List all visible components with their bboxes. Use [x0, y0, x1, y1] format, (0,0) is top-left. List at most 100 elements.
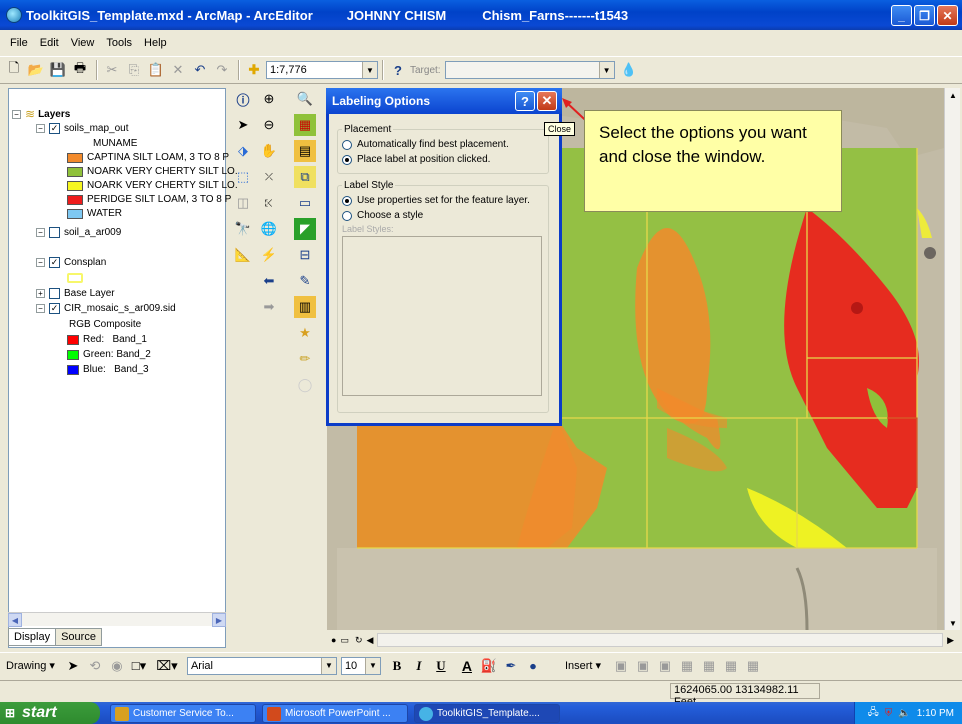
delete-icon[interactable]: ✕ [168, 60, 188, 80]
toc-layer-soils[interactable]: − ✓ soils_map_out [36, 123, 128, 134]
security-icon[interactable]: ⛨ [885, 708, 893, 719]
layer-icon-6[interactable]: ⊟ [294, 244, 316, 266]
select-arrow-icon[interactable]: ➤ [63, 656, 83, 676]
toc-layer-soil-a[interactable]: − soil_a_ar009 [36, 227, 121, 238]
minimize-button[interactable]: _ [891, 5, 912, 26]
target-combo[interactable]: ▼ [444, 61, 615, 79]
radio-clicked[interactable] [342, 154, 352, 165]
collapse-icon[interactable]: − [36, 304, 45, 313]
refresh-icon[interactable]: ↻ [355, 635, 363, 646]
scroll-left-icon[interactable]: ◀ [8, 613, 22, 627]
radio-choose[interactable] [342, 210, 352, 221]
line-color-icon[interactable]: ✒ [501, 656, 521, 676]
add-data-icon[interactable]: ✚ [244, 60, 264, 80]
layout-icon-2[interactable]: ▣ [633, 656, 653, 676]
task-customer-service[interactable]: Customer Service To... [110, 704, 256, 723]
zoom-whole-icon[interactable]: ◉ [107, 656, 127, 676]
open-folder-icon[interactable]: 📂 [26, 60, 46, 80]
font-size-combo[interactable]: 10 ▼ [340, 656, 381, 675]
layer-icon-4[interactable]: ▭ [294, 192, 316, 214]
full-extent-icon[interactable]: 🌐 [258, 218, 280, 240]
task-toolkitgis[interactable]: ToolkitGIS_Template.... [414, 704, 560, 723]
layer-icon-1[interactable]: ▦ [294, 114, 316, 136]
help-button[interactable]: ? [515, 91, 535, 111]
clear-selection-icon[interactable]: ◫ [232, 192, 254, 214]
find-icon[interactable]: 🔭 [232, 218, 254, 240]
calculator-icon[interactable]: ▥ [294, 296, 316, 318]
close-dialog-button[interactable]: ✕ [537, 91, 557, 111]
data-view-icon[interactable]: ● [331, 635, 336, 645]
drawing-menu[interactable]: Drawing ▾ [6, 659, 55, 672]
placement-option-auto[interactable]: Automatically find best placement. [342, 139, 548, 150]
layout-icon-3[interactable]: ▣ [655, 656, 675, 676]
expand-icon[interactable]: + [36, 289, 45, 298]
text-tool-icon[interactable]: ⌧▾ [156, 656, 178, 676]
select-features-icon[interactable]: ⬗ [232, 140, 254, 162]
menu-tools[interactable]: Tools [100, 37, 138, 49]
star-icon[interactable]: ★ [294, 322, 316, 344]
paste-icon[interactable]: 📋 [146, 60, 166, 80]
scroll-right-icon[interactable]: ▶ [212, 613, 226, 627]
layer-icon-5[interactable]: ◤ [294, 218, 316, 240]
circle-icon[interactable]: ◯ [294, 374, 316, 396]
scroll-up-icon[interactable]: ▲ [946, 88, 960, 102]
font-combo[interactable]: Arial ▼ [186, 656, 337, 675]
placement-option-clicked[interactable]: Place label at position clicked. [342, 154, 548, 165]
layout-icon-7[interactable]: ▦ [743, 656, 763, 676]
insert-menu[interactable]: Insert ▾ [565, 659, 601, 672]
zoom-in-icon[interactable]: ⊕ [258, 88, 280, 110]
fixed-zoom-in-icon[interactable]: ⤫ [258, 166, 280, 188]
radio-auto[interactable] [342, 139, 352, 150]
pencil-icon[interactable]: ✏ [294, 348, 316, 370]
cut-icon[interactable]: ✂ [102, 60, 122, 80]
print-icon[interactable]: 🖶 [70, 60, 90, 80]
layer-icon-3[interactable]: ⧉ [294, 166, 316, 188]
layer-checkbox-base[interactable] [49, 288, 60, 299]
layout-icon-4[interactable]: ▦ [677, 656, 697, 676]
select-elements-icon[interactable]: ➤ [232, 114, 254, 136]
back-icon[interactable]: ⬅ [258, 270, 280, 292]
radio-properties[interactable] [342, 195, 352, 206]
layer-icon-2[interactable]: ▤ [294, 140, 316, 162]
scroll-right-icon[interactable]: ▶ [947, 635, 954, 646]
scale-combo[interactable]: 1:7,776 ▼ [266, 61, 378, 79]
whats-this-icon[interactable]: ? [388, 60, 408, 80]
layer-checkbox-soils[interactable]: ✓ [49, 123, 60, 134]
toc-layer-consplan[interactable]: − ✓ Consplan [36, 257, 106, 268]
scroll-down-icon[interactable]: ▼ [946, 616, 960, 630]
menu-edit[interactable]: Edit [34, 37, 65, 49]
map-horizontal-scrollbar[interactable] [377, 633, 944, 647]
layer-checkbox-consplan[interactable]: ✓ [49, 257, 60, 268]
toc-layer-base[interactable]: + Base Layer [36, 288, 115, 299]
task-powerpoint[interactable]: Microsoft PowerPoint ... [262, 704, 408, 723]
redo-icon[interactable]: ↷ [212, 60, 232, 80]
measure-icon[interactable]: 📐 [232, 244, 254, 266]
toc-layer-cir[interactable]: − ✓ CIR_mosaic_s_ar009.sid [36, 303, 176, 314]
style-option-properties[interactable]: Use properties set for the feature layer… [342, 195, 548, 206]
hyperlink-icon[interactable]: ⚡ [258, 244, 280, 266]
close-window-button[interactable]: ✕ [937, 5, 958, 26]
layout-icon-6[interactable]: ▦ [721, 656, 741, 676]
tab-source[interactable]: Source [55, 628, 102, 646]
menu-view[interactable]: View [65, 37, 101, 49]
layout-view-icon[interactable]: ▭ [340, 635, 349, 646]
bold-button[interactable]: B [387, 656, 407, 676]
maximize-button[interactable]: ❐ [914, 5, 935, 26]
editor-sketch-icon[interactable]: 💧 [619, 60, 639, 80]
rectangle-icon[interactable]: □▾ [129, 656, 149, 676]
magnifier-icon[interactable]: 🔍 [294, 88, 316, 110]
map-vertical-scrollbar[interactable]: ▲ ▼ [944, 88, 960, 630]
toc-horizontal-scrollbar[interactable]: ◀ ▶ [8, 612, 226, 627]
new-document-icon[interactable]: 🗋 [4, 60, 24, 80]
collapse-icon[interactable]: − [12, 109, 21, 119]
collapse-icon[interactable]: − [36, 228, 45, 237]
tab-display[interactable]: Display [8, 628, 57, 646]
fixed-zoom-out-icon[interactable]: ⤪ [258, 192, 280, 214]
menu-file[interactable]: File [4, 37, 34, 49]
layout-icon-1[interactable]: ▣ [611, 656, 631, 676]
fill-color-icon[interactable]: ⛽ [479, 656, 499, 676]
underline-button[interactable]: U [431, 656, 451, 676]
label-styles-list[interactable] [342, 236, 542, 396]
font-color-button[interactable]: A [457, 656, 477, 676]
collapse-icon[interactable]: − [36, 124, 45, 133]
